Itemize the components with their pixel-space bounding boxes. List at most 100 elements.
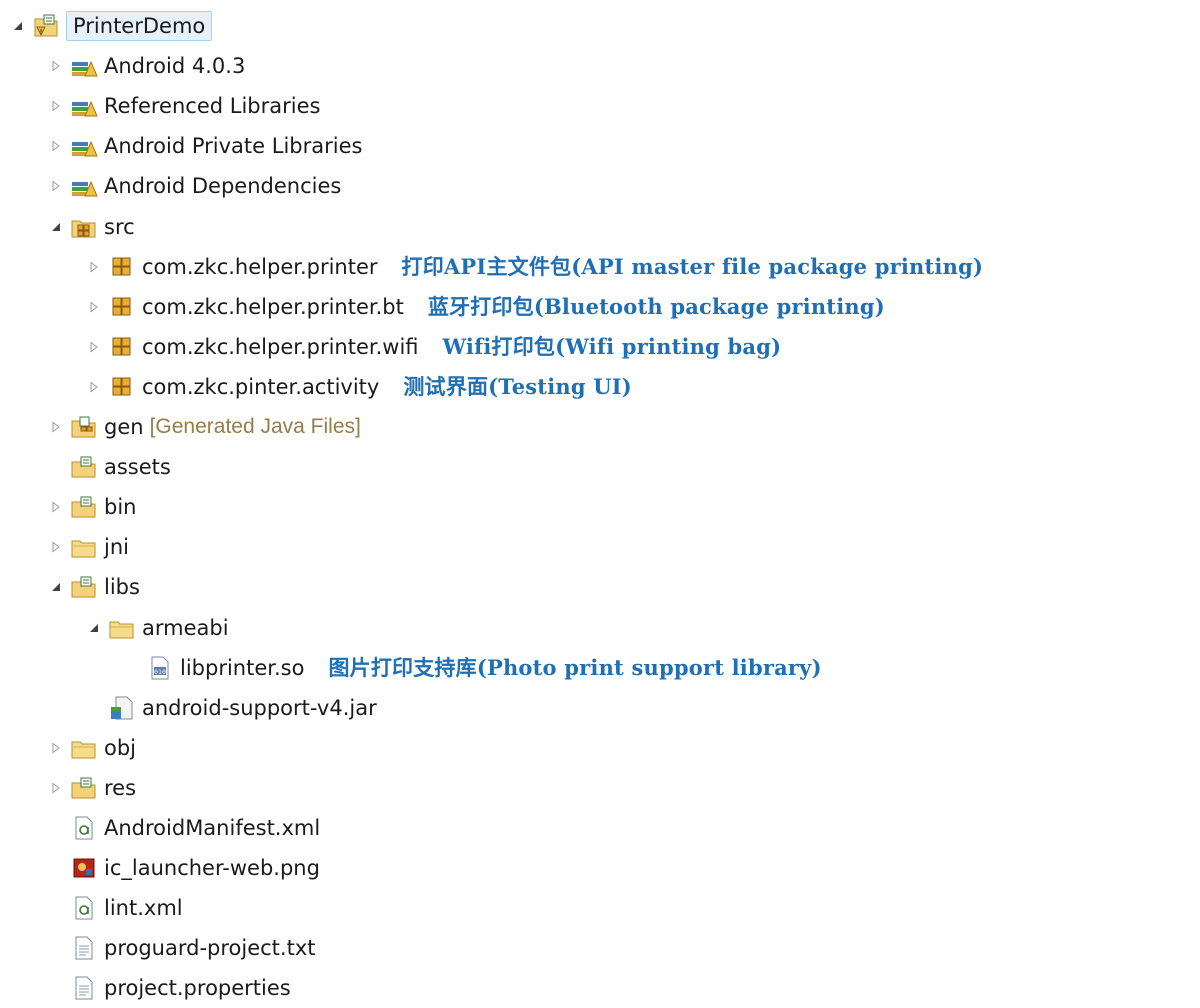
tree-item[interactable]: com.zkc.helper.printer.wifi Wifi打印包(Wifi …: [86, 327, 781, 367]
tree-item-label: Referenced Libraries: [104, 94, 321, 119]
folder-icon: [70, 494, 98, 520]
tree-item[interactable]: proguard-project.txt: [48, 928, 316, 968]
jar-icon: [108, 695, 136, 721]
no-arrow: [86, 700, 102, 716]
no-arrow: [124, 660, 140, 676]
collapsed-arrow-icon[interactable]: [48, 58, 64, 74]
tree-item[interactable]: lint.xml: [48, 888, 183, 928]
collapsed-arrow-icon[interactable]: [48, 138, 64, 154]
tree-item-label: jni: [104, 535, 129, 560]
collapsed-arrow-icon[interactable]: [48, 499, 64, 515]
folder-icon: [70, 574, 98, 600]
tree-item[interactable]: Referenced Libraries: [48, 86, 320, 126]
collapsed-arrow-icon[interactable]: [86, 299, 102, 315]
tree-item-label: lint.xml: [104, 896, 183, 921]
tree-item[interactable]: com.zkc.helper.printer 打印API主文件包(API mast…: [86, 247, 983, 287]
tree-item-label: android-support-v4.jar: [142, 695, 377, 720]
tree-item[interactable]: src: [48, 207, 135, 247]
plain-folder-icon: [108, 615, 136, 641]
collapsed-arrow-icon[interactable]: [86, 379, 102, 395]
expanded-arrow-icon[interactable]: [48, 579, 64, 595]
tree-item-label: ic_launcher-web.png: [104, 856, 320, 881]
xml-file-icon: [70, 815, 98, 841]
tree-item-label: AndroidManifest.xml: [104, 816, 321, 840]
tree-item[interactable]: assets: [48, 447, 171, 487]
tree-item[interactable]: obj: [48, 728, 136, 768]
source-folder-icon: [70, 214, 98, 240]
tree-item-label: proguard-project.txt: [104, 936, 316, 961]
collapsed-arrow-icon[interactable]: [48, 539, 64, 555]
no-arrow: [48, 900, 64, 916]
tree-item-label: obj: [104, 735, 137, 760]
tree-item-label: gen: [104, 415, 144, 439]
tree-item-label: res: [104, 775, 137, 800]
expanded-arrow-icon[interactable]: [48, 219, 64, 235]
annotation-note: Wifi打印包(Wifi printing bag): [442, 333, 782, 359]
collapsed-arrow-icon[interactable]: [48, 419, 64, 435]
annotation-note: 蓝牙打印包(Bluetooth package printing): [427, 293, 885, 319]
expanded-arrow-icon[interactable]: [86, 620, 102, 636]
collapsed-arrow-icon[interactable]: [48, 740, 64, 756]
tree-item-label: libs: [104, 575, 140, 600]
tree-item[interactable]: com.zkc.helper.printer.bt 蓝牙打印包(Bluetooth…: [86, 287, 885, 327]
tree-item[interactable]: Android Dependencies: [48, 166, 341, 206]
annotation-note: 测试界面(Testing UI): [403, 373, 632, 399]
collapsed-arrow-icon[interactable]: [86, 259, 102, 275]
tree-item[interactable]: gen [Generated Java Files]: [48, 407, 361, 447]
svg-text:!: !: [40, 28, 43, 36]
tree-item[interactable]: libs: [48, 567, 140, 607]
tree-item[interactable]: 010 libprinter.so 图片打印支持库(Photo print supp…: [124, 648, 822, 688]
tree-item-label: Android Private Libraries: [104, 134, 363, 159]
gen-folder-icon: [70, 414, 98, 440]
binary-file-icon: 010: [146, 655, 174, 681]
package-icon: [108, 334, 136, 360]
tree-item-label: armeabi: [142, 615, 229, 640]
collapsed-arrow-icon[interactable]: [48, 98, 64, 114]
package-icon: [108, 374, 136, 400]
tree-item-label: com.zkc.helper.printer: [142, 254, 378, 279]
tree-item[interactable]: jni: [48, 527, 129, 567]
tree-item[interactable]: AndroidManifest.xml: [48, 808, 320, 848]
tree-item-label: project.properties: [104, 976, 291, 1001]
tree-item-label: Android 4.0.3: [104, 54, 246, 79]
tree-item[interactable]: ic_launcher-web.png: [48, 848, 320, 888]
annotation-note: 图片打印支持库(Photo print support library): [328, 654, 822, 680]
no-arrow: [48, 860, 64, 876]
tree-item-label: src: [104, 214, 135, 239]
project-icon: !: [32, 13, 60, 39]
library-icon: [70, 53, 98, 79]
folder-icon: [70, 775, 98, 801]
expanded-arrow-icon[interactable]: [10, 18, 26, 34]
no-arrow: [48, 940, 64, 956]
collapsed-arrow-icon[interactable]: [48, 780, 64, 796]
text-file-icon: [70, 935, 98, 961]
tree-item[interactable]: armeabi: [86, 608, 229, 648]
tree-item[interactable]: ! PrinterDemo: [10, 6, 213, 46]
library-icon: [70, 173, 98, 199]
project-explorer-tree: ! PrinterDemo Android 4.0.3 Referenced Libr…: [0, 0, 1200, 1003]
tree-item-label: libprinter.so: [180, 655, 305, 680]
tree-item-label: PrinterDemo: [66, 11, 213, 41]
collapsed-arrow-icon[interactable]: [48, 178, 64, 194]
tree-item[interactable]: project.properties: [48, 968, 291, 1008]
collapsed-arrow-icon[interactable]: [86, 339, 102, 355]
tree-item-decoration: [Generated Java Files]: [149, 415, 361, 438]
tree-item[interactable]: res: [48, 768, 136, 808]
no-arrow: [48, 980, 64, 996]
tree-item-label: bin: [104, 495, 137, 520]
xml-file-icon: [70, 895, 98, 921]
tree-item-label: Android Dependencies: [104, 174, 342, 199]
tree-item[interactable]: Android 4.0.3: [48, 46, 245, 86]
plain-folder-icon: [70, 735, 98, 761]
no-arrow: [48, 820, 64, 836]
tree-item[interactable]: android-support-v4.jar: [86, 688, 377, 728]
tree-item[interactable]: bin: [48, 487, 136, 527]
tree-item-label: com.zkc.helper.printer.wifi: [142, 334, 419, 359]
tree-item[interactable]: Android Private Libraries: [48, 126, 362, 166]
library-icon: [70, 133, 98, 159]
package-icon: [108, 294, 136, 320]
tree-item[interactable]: com.zkc.pinter.activity 测试界面(Testing UI): [86, 367, 632, 407]
svg-text:010: 010: [154, 668, 166, 676]
tree-item-label: com.zkc.pinter.activity: [142, 374, 380, 399]
package-icon: [108, 254, 136, 280]
